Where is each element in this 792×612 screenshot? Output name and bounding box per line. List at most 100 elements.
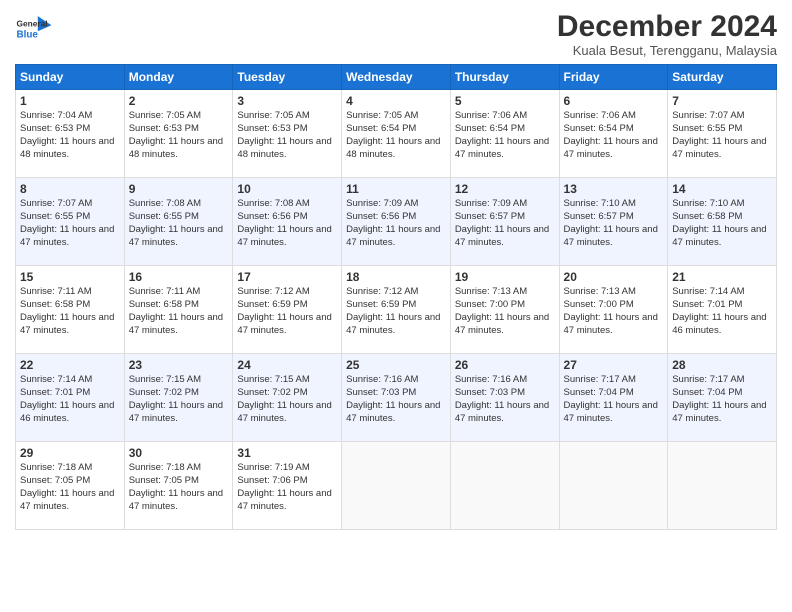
day-number: 26 (455, 357, 555, 373)
sunrise-text: Sunrise: 7:13 AM (455, 286, 527, 297)
table-row: 10Sunrise: 7:08 AMSunset: 6:56 PMDayligh… (233, 178, 342, 266)
sunset-text: Sunset: 7:06 PM (237, 475, 307, 486)
col-sunday: Sunday (16, 65, 125, 90)
table-row (559, 442, 668, 530)
sunset-text: Sunset: 6:55 PM (20, 211, 90, 222)
daylight-text: Daylight: 11 hours and 47 minutes. (455, 224, 549, 248)
sunset-text: Sunset: 7:01 PM (672, 299, 742, 310)
col-monday: Monday (124, 65, 233, 90)
sunrise-text: Sunrise: 7:18 AM (129, 462, 201, 473)
day-number: 7 (672, 93, 772, 109)
day-number: 2 (129, 93, 229, 109)
sunrise-text: Sunrise: 7:13 AM (564, 286, 636, 297)
daylight-text: Daylight: 11 hours and 47 minutes. (20, 312, 114, 336)
title-block: December 2024 Kuala Besut, Terengganu, M… (557, 10, 777, 58)
sunset-text: Sunset: 7:05 PM (20, 475, 90, 486)
sunset-text: Sunset: 6:59 PM (346, 299, 416, 310)
table-row: 25Sunrise: 7:16 AMSunset: 7:03 PMDayligh… (342, 354, 451, 442)
daylight-text: Daylight: 11 hours and 47 minutes. (20, 224, 114, 248)
daylight-text: Daylight: 11 hours and 47 minutes. (237, 488, 331, 512)
sunrise-text: Sunrise: 7:09 AM (346, 198, 418, 209)
table-row: 23Sunrise: 7:15 AMSunset: 7:02 PMDayligh… (124, 354, 233, 442)
sunrise-text: Sunrise: 7:05 AM (237, 110, 309, 121)
table-row: 14Sunrise: 7:10 AMSunset: 6:58 PMDayligh… (668, 178, 777, 266)
daylight-text: Daylight: 11 hours and 47 minutes. (672, 400, 766, 424)
daylight-text: Daylight: 11 hours and 47 minutes. (564, 136, 658, 160)
day-number: 1 (20, 93, 120, 109)
calendar-week-row: 1Sunrise: 7:04 AMSunset: 6:53 PMDaylight… (16, 90, 777, 178)
sunrise-text: Sunrise: 7:14 AM (20, 374, 92, 385)
calendar-week-row: 29Sunrise: 7:18 AMSunset: 7:05 PMDayligh… (16, 442, 777, 530)
daylight-text: Daylight: 11 hours and 47 minutes. (672, 224, 766, 248)
sunrise-text: Sunrise: 7:10 AM (672, 198, 744, 209)
sunrise-text: Sunrise: 7:05 AM (129, 110, 201, 121)
daylight-text: Daylight: 11 hours and 47 minutes. (564, 312, 658, 336)
page: General Blue December 2024 Kuala Besut, … (0, 0, 792, 612)
sunset-text: Sunset: 6:56 PM (346, 211, 416, 222)
daylight-text: Daylight: 11 hours and 47 minutes. (346, 224, 440, 248)
sunset-text: Sunset: 7:04 PM (672, 387, 742, 398)
daylight-text: Daylight: 11 hours and 47 minutes. (672, 136, 766, 160)
day-number: 17 (237, 269, 337, 285)
sunset-text: Sunset: 6:57 PM (564, 211, 634, 222)
subtitle: Kuala Besut, Terengganu, Malaysia (557, 43, 777, 58)
day-number: 8 (20, 181, 120, 197)
daylight-text: Daylight: 11 hours and 47 minutes. (237, 312, 331, 336)
sunset-text: Sunset: 6:55 PM (129, 211, 199, 222)
logo-icon: General Blue (15, 10, 53, 48)
table-row: 20Sunrise: 7:13 AMSunset: 7:00 PMDayligh… (559, 266, 668, 354)
sunrise-text: Sunrise: 7:16 AM (455, 374, 527, 385)
table-row: 21Sunrise: 7:14 AMSunset: 7:01 PMDayligh… (668, 266, 777, 354)
daylight-text: Daylight: 11 hours and 47 minutes. (129, 224, 223, 248)
table-row: 4Sunrise: 7:05 AMSunset: 6:54 PMDaylight… (342, 90, 451, 178)
table-row: 16Sunrise: 7:11 AMSunset: 6:58 PMDayligh… (124, 266, 233, 354)
day-number: 3 (237, 93, 337, 109)
sunrise-text: Sunrise: 7:08 AM (129, 198, 201, 209)
daylight-text: Daylight: 11 hours and 48 minutes. (237, 136, 331, 160)
day-number: 18 (346, 269, 446, 285)
day-number: 30 (129, 445, 229, 461)
sunset-text: Sunset: 6:58 PM (672, 211, 742, 222)
sunset-text: Sunset: 7:03 PM (455, 387, 525, 398)
day-number: 15 (20, 269, 120, 285)
daylight-text: Daylight: 11 hours and 47 minutes. (455, 136, 549, 160)
day-number: 21 (672, 269, 772, 285)
sunrise-text: Sunrise: 7:09 AM (455, 198, 527, 209)
sunset-text: Sunset: 6:58 PM (129, 299, 199, 310)
table-row (342, 442, 451, 530)
sunset-text: Sunset: 7:05 PM (129, 475, 199, 486)
table-row: 5Sunrise: 7:06 AMSunset: 6:54 PMDaylight… (450, 90, 559, 178)
table-row (668, 442, 777, 530)
daylight-text: Daylight: 11 hours and 47 minutes. (564, 224, 658, 248)
day-number: 10 (237, 181, 337, 197)
sunrise-text: Sunrise: 7:06 AM (564, 110, 636, 121)
sunrise-text: Sunrise: 7:06 AM (455, 110, 527, 121)
table-row: 13Sunrise: 7:10 AMSunset: 6:57 PMDayligh… (559, 178, 668, 266)
table-row: 17Sunrise: 7:12 AMSunset: 6:59 PMDayligh… (233, 266, 342, 354)
sunrise-text: Sunrise: 7:15 AM (237, 374, 309, 385)
sunrise-text: Sunrise: 7:17 AM (564, 374, 636, 385)
daylight-text: Daylight: 11 hours and 48 minutes. (129, 136, 223, 160)
table-row: 19Sunrise: 7:13 AMSunset: 7:00 PMDayligh… (450, 266, 559, 354)
col-tuesday: Tuesday (233, 65, 342, 90)
daylight-text: Daylight: 11 hours and 47 minutes. (346, 312, 440, 336)
sunset-text: Sunset: 6:56 PM (237, 211, 307, 222)
table-row: 26Sunrise: 7:16 AMSunset: 7:03 PMDayligh… (450, 354, 559, 442)
sunset-text: Sunset: 7:00 PM (564, 299, 634, 310)
table-row (450, 442, 559, 530)
table-row: 22Sunrise: 7:14 AMSunset: 7:01 PMDayligh… (16, 354, 125, 442)
day-number: 23 (129, 357, 229, 373)
sunrise-text: Sunrise: 7:19 AM (237, 462, 309, 473)
day-number: 19 (455, 269, 555, 285)
table-row: 6Sunrise: 7:06 AMSunset: 6:54 PMDaylight… (559, 90, 668, 178)
col-friday: Friday (559, 65, 668, 90)
daylight-text: Daylight: 11 hours and 47 minutes. (129, 312, 223, 336)
day-number: 29 (20, 445, 120, 461)
table-row: 7Sunrise: 7:07 AMSunset: 6:55 PMDaylight… (668, 90, 777, 178)
table-row: 3Sunrise: 7:05 AMSunset: 6:53 PMDaylight… (233, 90, 342, 178)
table-row: 15Sunrise: 7:11 AMSunset: 6:58 PMDayligh… (16, 266, 125, 354)
table-row: 1Sunrise: 7:04 AMSunset: 6:53 PMDaylight… (16, 90, 125, 178)
sunrise-text: Sunrise: 7:18 AM (20, 462, 92, 473)
table-row: 11Sunrise: 7:09 AMSunset: 6:56 PMDayligh… (342, 178, 451, 266)
header: General Blue December 2024 Kuala Besut, … (15, 10, 777, 58)
